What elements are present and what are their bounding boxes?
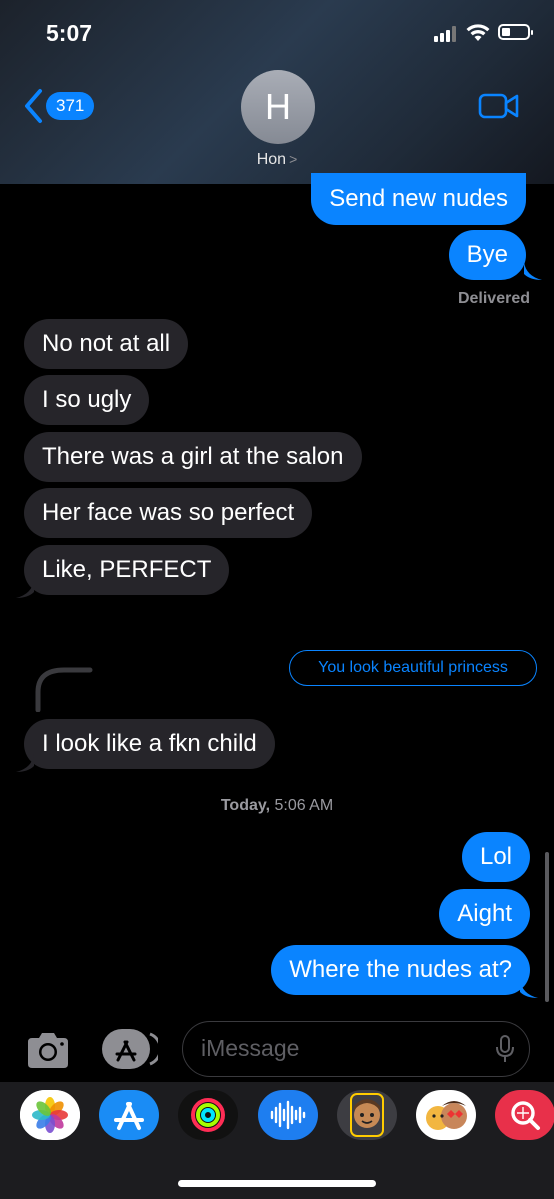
- photos-icon[interactable]: [20, 1090, 80, 1140]
- home-indicator[interactable]: [178, 1180, 376, 1187]
- message-timestamp: Today, 5:06 AM: [0, 797, 554, 815]
- bubble-tail: [524, 262, 542, 280]
- scroll-indicator[interactable]: [545, 852, 549, 1002]
- activity-icon[interactable]: [178, 1090, 238, 1140]
- contact-name[interactable]: Hon >: [0, 151, 554, 169]
- message-bubble-incoming[interactable]: Her face was so perfect: [24, 488, 313, 538]
- status-time: 5:07: [46, 20, 93, 46]
- message-input[interactable]: iMessage: [182, 1021, 530, 1077]
- bubble-tail: [16, 754, 34, 772]
- inline-reply-reference[interactable]: You look beautiful princess: [289, 650, 537, 686]
- camera-icon[interactable]: [24, 1030, 72, 1070]
- message-bubble-incoming[interactable]: I so ugly: [24, 375, 150, 425]
- delivered-status: Delivered: [457, 290, 530, 307]
- cellular-signal-icon: [434, 26, 460, 42]
- back-unread-badge[interactable]: 371: [46, 92, 95, 120]
- timestamp-day: Today,: [220, 797, 271, 814]
- reply-thread-line: [35, 667, 93, 712]
- message-bubble-incoming[interactable]: There was a girl at the salon: [24, 432, 362, 482]
- message-bubble-incoming[interactable]: No not at all: [24, 319, 189, 369]
- message-bubble-incoming[interactable]: I look like a fkn child: [24, 719, 275, 769]
- message-bubble-outgoing[interactable]: Lol: [461, 832, 530, 882]
- microphone-icon[interactable]: [495, 1035, 515, 1063]
- message-bubble-incoming[interactable]: Like, PERFECT: [24, 545, 230, 595]
- audio-icon[interactable]: [258, 1090, 318, 1140]
- conversation-header: 5:07 371 H Hon >: [0, 0, 554, 184]
- message-input-placeholder: iMessage: [201, 1035, 300, 1061]
- wifi-icon: [466, 24, 490, 41]
- message-bubble-outgoing[interactable]: Aight: [439, 889, 530, 939]
- memoji-icon[interactable]: [337, 1090, 397, 1140]
- bubble-tail: [16, 580, 34, 598]
- back-chevron-icon[interactable]: [22, 88, 44, 124]
- battery-icon: [498, 24, 533, 40]
- contact-avatar[interactable]: H: [241, 70, 315, 144]
- app-store-apps-icon[interactable]: [100, 1028, 158, 1070]
- timestamp-time: 5:06 AM: [274, 797, 334, 814]
- contact-name-label: Hon: [256, 151, 287, 168]
- message-bubble-outgoing[interactable]: Send new nudes: [311, 173, 526, 225]
- message-bubble-outgoing[interactable]: Where the nudes at?: [271, 945, 530, 995]
- chevron-right-icon: >: [289, 151, 298, 167]
- app-store-icon[interactable]: [99, 1090, 159, 1140]
- search-images-icon[interactable]: [495, 1090, 554, 1140]
- message-bubble-outgoing[interactable]: Bye: [448, 230, 526, 280]
- animoji-icon[interactable]: [416, 1090, 476, 1140]
- bubble-tail: [520, 980, 538, 998]
- video-call-icon[interactable]: [478, 92, 520, 120]
